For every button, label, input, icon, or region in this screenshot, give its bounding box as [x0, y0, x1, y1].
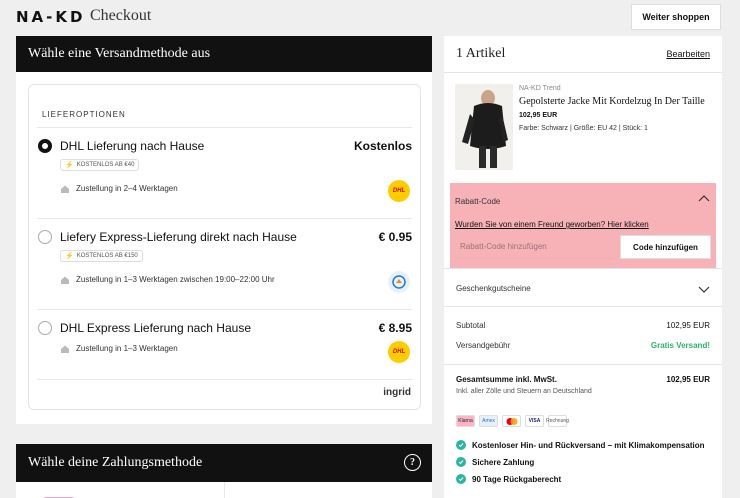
lightning-icon: ⚡: [65, 253, 74, 260]
home-icon: [61, 345, 69, 353]
divider: [444, 268, 722, 269]
referral-link[interactable]: Wurden Sie von einem Freund geworben? Hi…: [455, 220, 649, 229]
product-brand: NA-KD Trend: [519, 85, 561, 92]
tax-note: Inkl. aller Zölle und Steuern an Deutsch…: [456, 388, 592, 395]
usp-return-policy: 90 Tage Rückgaberecht: [456, 474, 561, 484]
ingrid-logo: ingrid: [383, 387, 411, 398]
chevron-down-icon[interactable]: [698, 286, 710, 294]
visa-icon: VISA: [525, 415, 544, 427]
help-glyph: ?: [410, 457, 415, 468]
top-bar: NA-KD Checkout Weiter shoppen: [0, 0, 740, 34]
liefery-logo-icon: [388, 271, 410, 293]
dhl-logo-text: DHL: [392, 188, 406, 194]
dhl-logo-icon: DHL: [388, 341, 410, 363]
chevron-up-icon[interactable]: [698, 194, 710, 202]
delivery-option-title: DHL Lieferung nach Hause: [60, 139, 205, 153]
product-attributes: Farbe: Schwarz | Größe: EU 42 | Stück: 1: [519, 125, 648, 132]
amex-icon: Amex: [479, 415, 498, 427]
delivery-options-box: LIEFEROPTIONEN DHL Lieferung nach Hause …: [28, 84, 421, 410]
usp-secure-payment: Sichere Zahlung: [456, 457, 534, 467]
delivery-option-dhl-home[interactable]: DHL Lieferung nach Hause Kostenlos ⚡ KOS…: [37, 127, 412, 219]
free-shipping-badge: ⚡ KOSTENLOS AB €40: [60, 159, 140, 171]
lightning-icon: ⚡: [65, 162, 74, 169]
product-name[interactable]: Gepolsterte Jacke Mit Kordelzug In Der T…: [519, 96, 705, 107]
cart-summary: 1 Artikel Bearbeiten NA-KD Trend Gepolst…: [444, 36, 722, 498]
dhl-logo-text: DHL: [392, 349, 406, 355]
check-circle-icon: [456, 440, 466, 450]
delivery-option-price: € 8.95: [378, 321, 412, 335]
usp-text: Kostenloser Hin- und Rückversand – mit K…: [472, 440, 705, 450]
delivery-heading: Wähle eine Versandmethode aus: [16, 36, 432, 72]
invoice-icon: Rechnung: [546, 415, 569, 427]
delivery-option-subtitle: Zustellung in 2–4 Werktagen: [76, 184, 178, 193]
product-price: 102,95 EUR: [519, 112, 558, 119]
check-circle-icon: [456, 474, 466, 484]
delivery-options-label: LIEFEROPTIONEN: [42, 110, 126, 119]
shipping-fee-value: Gratis Versand!: [650, 341, 710, 350]
home-icon: [61, 185, 69, 193]
radio-selected[interactable]: [38, 139, 52, 153]
divider: [444, 306, 722, 307]
payment-method-icons: Klarna Amex VISA Rechnung: [456, 415, 569, 427]
page-title: Checkout: [90, 7, 152, 24]
payment-panel: Wähle deine Zahlungsmethode ?: [16, 444, 432, 498]
badge-text: KOSTENLOS AB €150: [76, 253, 138, 259]
delivery-option-dhl-express[interactable]: DHL Express Lieferung nach Hause € 8.95 …: [37, 309, 412, 381]
discount-code-section: Rabatt-Code Wurden Sie von einem Freund …: [450, 183, 716, 268]
divider: [224, 482, 225, 498]
subtotal-value: 102,95 EUR: [666, 321, 710, 330]
shipping-fee-label: Versandgebühr: [456, 341, 511, 350]
klarna-icon: Klarna: [456, 415, 475, 427]
usp-text: 90 Tage Rückgaberecht: [472, 474, 562, 484]
payment-heading: Wähle deine Zahlungsmethode: [28, 455, 203, 470]
delivery-option-price: Kostenlos: [353, 139, 412, 153]
divider: [444, 364, 722, 365]
delivery-option-subtitle: Zustellung in 1–3 Werktagen: [76, 344, 178, 353]
product-image[interactable]: [455, 84, 513, 170]
mastercard-icon: [502, 415, 521, 427]
brand-logo[interactable]: NA-KD: [16, 8, 85, 26]
check-circle-icon: [456, 457, 466, 467]
delivery-panel: Wähle eine Versandmethode aus LIEFEROPTI…: [16, 36, 432, 424]
delivery-option-subtitle: Zustellung in 1–3 Werktagen zwischen 19:…: [76, 275, 275, 284]
total-label: Gesamtsumme inkl. MwSt.: [456, 375, 557, 384]
mastercard-circles-icon: [506, 417, 517, 425]
edit-cart-link[interactable]: Bearbeiten: [666, 49, 710, 59]
add-code-button[interactable]: Code hinzufügen: [620, 235, 711, 259]
radio-unselected[interactable]: [38, 230, 52, 244]
subtotal-label: Subtotal: [456, 321, 486, 330]
jacket-image-icon: [455, 84, 513, 170]
question-circle-icon[interactable]: ?: [404, 454, 421, 471]
cart-title: 1 Artikel: [456, 46, 506, 61]
delivery-option-liefery-express[interactable]: Liefery Express-Lieferung direkt nach Ha…: [37, 218, 412, 310]
divider: [444, 72, 722, 73]
gift-cards-toggle[interactable]: Geschenkgutscheine: [456, 284, 531, 293]
continue-shopping-button[interactable]: Weiter shoppen: [631, 4, 721, 30]
delivery-option-price: € 0.95: [378, 230, 412, 244]
usp-text: Sichere Zahlung: [472, 457, 535, 467]
dhl-logo-icon: DHL: [388, 180, 410, 202]
radio-unselected[interactable]: [38, 321, 52, 335]
usp-free-returns: Kostenloser Hin- und Rückversand – mit K…: [456, 440, 705, 450]
badge-text: KOSTENLOS AB €40: [76, 162, 135, 168]
delivery-option-title: DHL Express Lieferung nach Hause: [60, 321, 251, 335]
discount-code-input[interactable]: [455, 235, 613, 259]
total-value: 102,95 EUR: [666, 375, 710, 384]
free-shipping-badge: ⚡ KOSTENLOS AB €150: [60, 250, 143, 262]
liefery-mark-icon: [392, 275, 406, 289]
divider: [37, 379, 412, 380]
home-icon: [61, 276, 69, 284]
payment-heading-bar: Wähle deine Zahlungsmethode ?: [16, 444, 432, 482]
delivery-option-title: Liefery Express-Lieferung direkt nach Ha…: [60, 230, 297, 244]
discount-title[interactable]: Rabatt-Code: [455, 197, 500, 206]
